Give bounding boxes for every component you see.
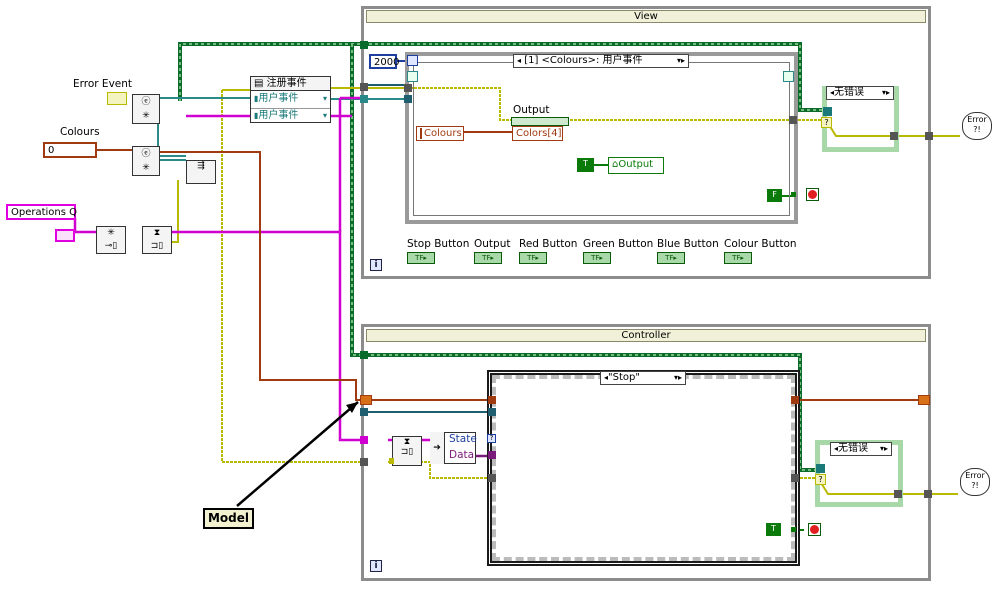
info-icon[interactable]: i xyxy=(370,259,382,271)
info-icon-controller[interactable]: i xyxy=(370,560,382,572)
arrow-right-icon: ➔ xyxy=(430,432,445,464)
create-user-event-node[interactable]: ⓔ ✳ xyxy=(132,94,160,124)
register-events-header: ▤ 注册事件 xyxy=(251,77,330,91)
dequeue-element-node[interactable]: ⧗ ⊐▯ xyxy=(392,436,422,466)
view-error-case-selector[interactable]: ◂无错误 ▾▸ xyxy=(826,86,894,100)
chevron-down-icon[interactable]: ▾▸ xyxy=(677,55,685,67)
case-selector-terminal: ? xyxy=(821,117,832,128)
hourglass-icon xyxy=(407,55,418,66)
loop-error-tunnel xyxy=(360,83,368,91)
data-label: Data xyxy=(449,449,475,461)
tunnel xyxy=(791,192,796,197)
controller-case-tunnel xyxy=(816,464,825,473)
controller-case-out-tunnel xyxy=(894,490,902,498)
output-label: Output xyxy=(513,104,550,116)
error-handler-icon-controller[interactable]: Error?! xyxy=(960,468,990,496)
user-event-item-2[interactable]: ▮用户事件 ▾ xyxy=(251,108,330,122)
loop-event-tunnel xyxy=(360,95,368,103)
case-error-tunnel-in xyxy=(488,474,496,482)
bool-label-2: Red Button xyxy=(519,238,578,250)
data-tunnel xyxy=(488,451,496,459)
shift-register-left[interactable] xyxy=(360,395,372,405)
case-selector-terminal-controller: ? xyxy=(487,434,496,443)
error-dot xyxy=(389,458,394,464)
controller-case-selector[interactable]: ◂"Stop" ▾▸ xyxy=(600,371,686,385)
event-case-label: [1] <Colours>: 用户事件 xyxy=(524,55,643,66)
true-constant[interactable]: T xyxy=(577,158,594,172)
chevron-down-icon[interactable]: ▾▸ xyxy=(674,372,682,384)
enqueue-element-node[interactable]: ⧗ ⊐▯ xyxy=(142,226,172,254)
case-out-tunnel xyxy=(890,132,898,140)
green-button-terminal[interactable]: TF▸ xyxy=(583,252,611,264)
controller-stop-tunnel xyxy=(791,527,796,532)
view-frame-title: View xyxy=(366,10,926,23)
queue-tunnel xyxy=(360,436,368,444)
bool-label-5: Colour Button xyxy=(724,238,797,250)
false-constant[interactable]: F xyxy=(767,189,782,202)
model-arrow xyxy=(236,401,359,507)
build-cluster-node[interactable]: ⇶ xyxy=(186,160,216,184)
case-border-pattern xyxy=(492,375,795,561)
controller-case-selector-terminal: ? xyxy=(815,474,826,485)
controller-error-tunnel xyxy=(360,458,368,466)
bool-label-3: Green Button xyxy=(583,238,654,250)
case-colour-tunnel-out xyxy=(791,396,799,404)
output-indicator xyxy=(511,117,569,126)
error-out-tunnel xyxy=(789,116,797,124)
event-tunnel xyxy=(404,95,412,103)
colour-button-terminal[interactable]: TF▸ xyxy=(724,252,752,264)
chevron-down-icon[interactable]: ▾ xyxy=(323,92,327,105)
case-event-tunnel xyxy=(488,408,496,416)
loop-condition-terminal[interactable] xyxy=(806,188,819,201)
event-ref-tunnel xyxy=(360,408,368,416)
red-button-terminal[interactable]: TF▸ xyxy=(519,252,547,264)
colors-index-node[interactable]: Colors[4] xyxy=(512,126,563,141)
decrement-arrow-icon[interactable]: ◂ xyxy=(517,56,521,65)
case-colour-tunnel-in xyxy=(488,396,496,404)
output-terminal[interactable]: TF▸ xyxy=(474,252,502,264)
event-data-node-icon xyxy=(407,71,418,82)
loop-out-tunnel xyxy=(925,132,933,140)
state-label: State xyxy=(449,433,477,445)
controller-reg-tunnel xyxy=(360,351,368,359)
colours-terminal[interactable]: 0 xyxy=(43,142,97,158)
shift-register-right[interactable] xyxy=(918,395,930,405)
bool-label-4: Blue Button xyxy=(657,238,719,250)
controller-loop-out-tunnel xyxy=(924,490,932,498)
controller-true-constant[interactable]: T xyxy=(766,523,781,536)
case-error-tunnel-out xyxy=(791,474,799,482)
bool-label-1: Output xyxy=(474,238,511,250)
blue-button-terminal[interactable]: TF▸ xyxy=(657,252,685,264)
error-handler-icon-view[interactable]: Error?! xyxy=(962,112,992,140)
stop-button-terminal[interactable]: TF▸ xyxy=(407,252,435,264)
output-property-node[interactable]: ⌂Output xyxy=(608,157,664,174)
obtain-queue-node[interactable]: ✳ ⊸▯ xyxy=(96,226,126,254)
chevron-down-icon[interactable]: ▾ xyxy=(323,109,327,122)
event-structure-inner xyxy=(413,62,790,216)
user-event-item-1[interactable]: ▮用户事件 ▾ xyxy=(251,92,330,106)
colours-label: Colours xyxy=(60,126,100,138)
create-user-event-node-2[interactable]: ⓔ ✳ xyxy=(132,146,160,176)
register-icon: ▤ xyxy=(254,78,264,89)
colours-local[interactable]: Colours xyxy=(416,126,464,141)
timeout-constant[interactable]: 2000 xyxy=(369,54,399,69)
controller-error-case-selector[interactable]: ◂无错误 ▾▸ xyxy=(830,442,892,456)
event-case-selector[interactable]: ◂ [1] <Colours>: 用户事件 ▾▸ xyxy=(513,54,689,68)
chevron-down-icon[interactable]: ▾▸ xyxy=(880,443,888,455)
chevron-down-icon[interactable]: ▾▸ xyxy=(882,87,890,99)
controller-loop-condition[interactable] xyxy=(808,523,821,536)
operations-q-terminal[interactable] xyxy=(55,229,75,242)
loop-reg-tunnel xyxy=(360,41,368,49)
case-tunnel xyxy=(823,107,832,116)
error-event-terminal[interactable] xyxy=(107,92,127,105)
error-event-label: Error Event xyxy=(73,78,133,90)
error-tunnel xyxy=(404,84,412,92)
event-filter-node-icon xyxy=(783,71,794,82)
controller-frame-title: Controller xyxy=(366,329,926,342)
model-annotation: Model xyxy=(203,508,254,529)
operations-q-label: Operations Q xyxy=(6,204,77,220)
bool-label-0: Stop Button xyxy=(407,238,470,250)
